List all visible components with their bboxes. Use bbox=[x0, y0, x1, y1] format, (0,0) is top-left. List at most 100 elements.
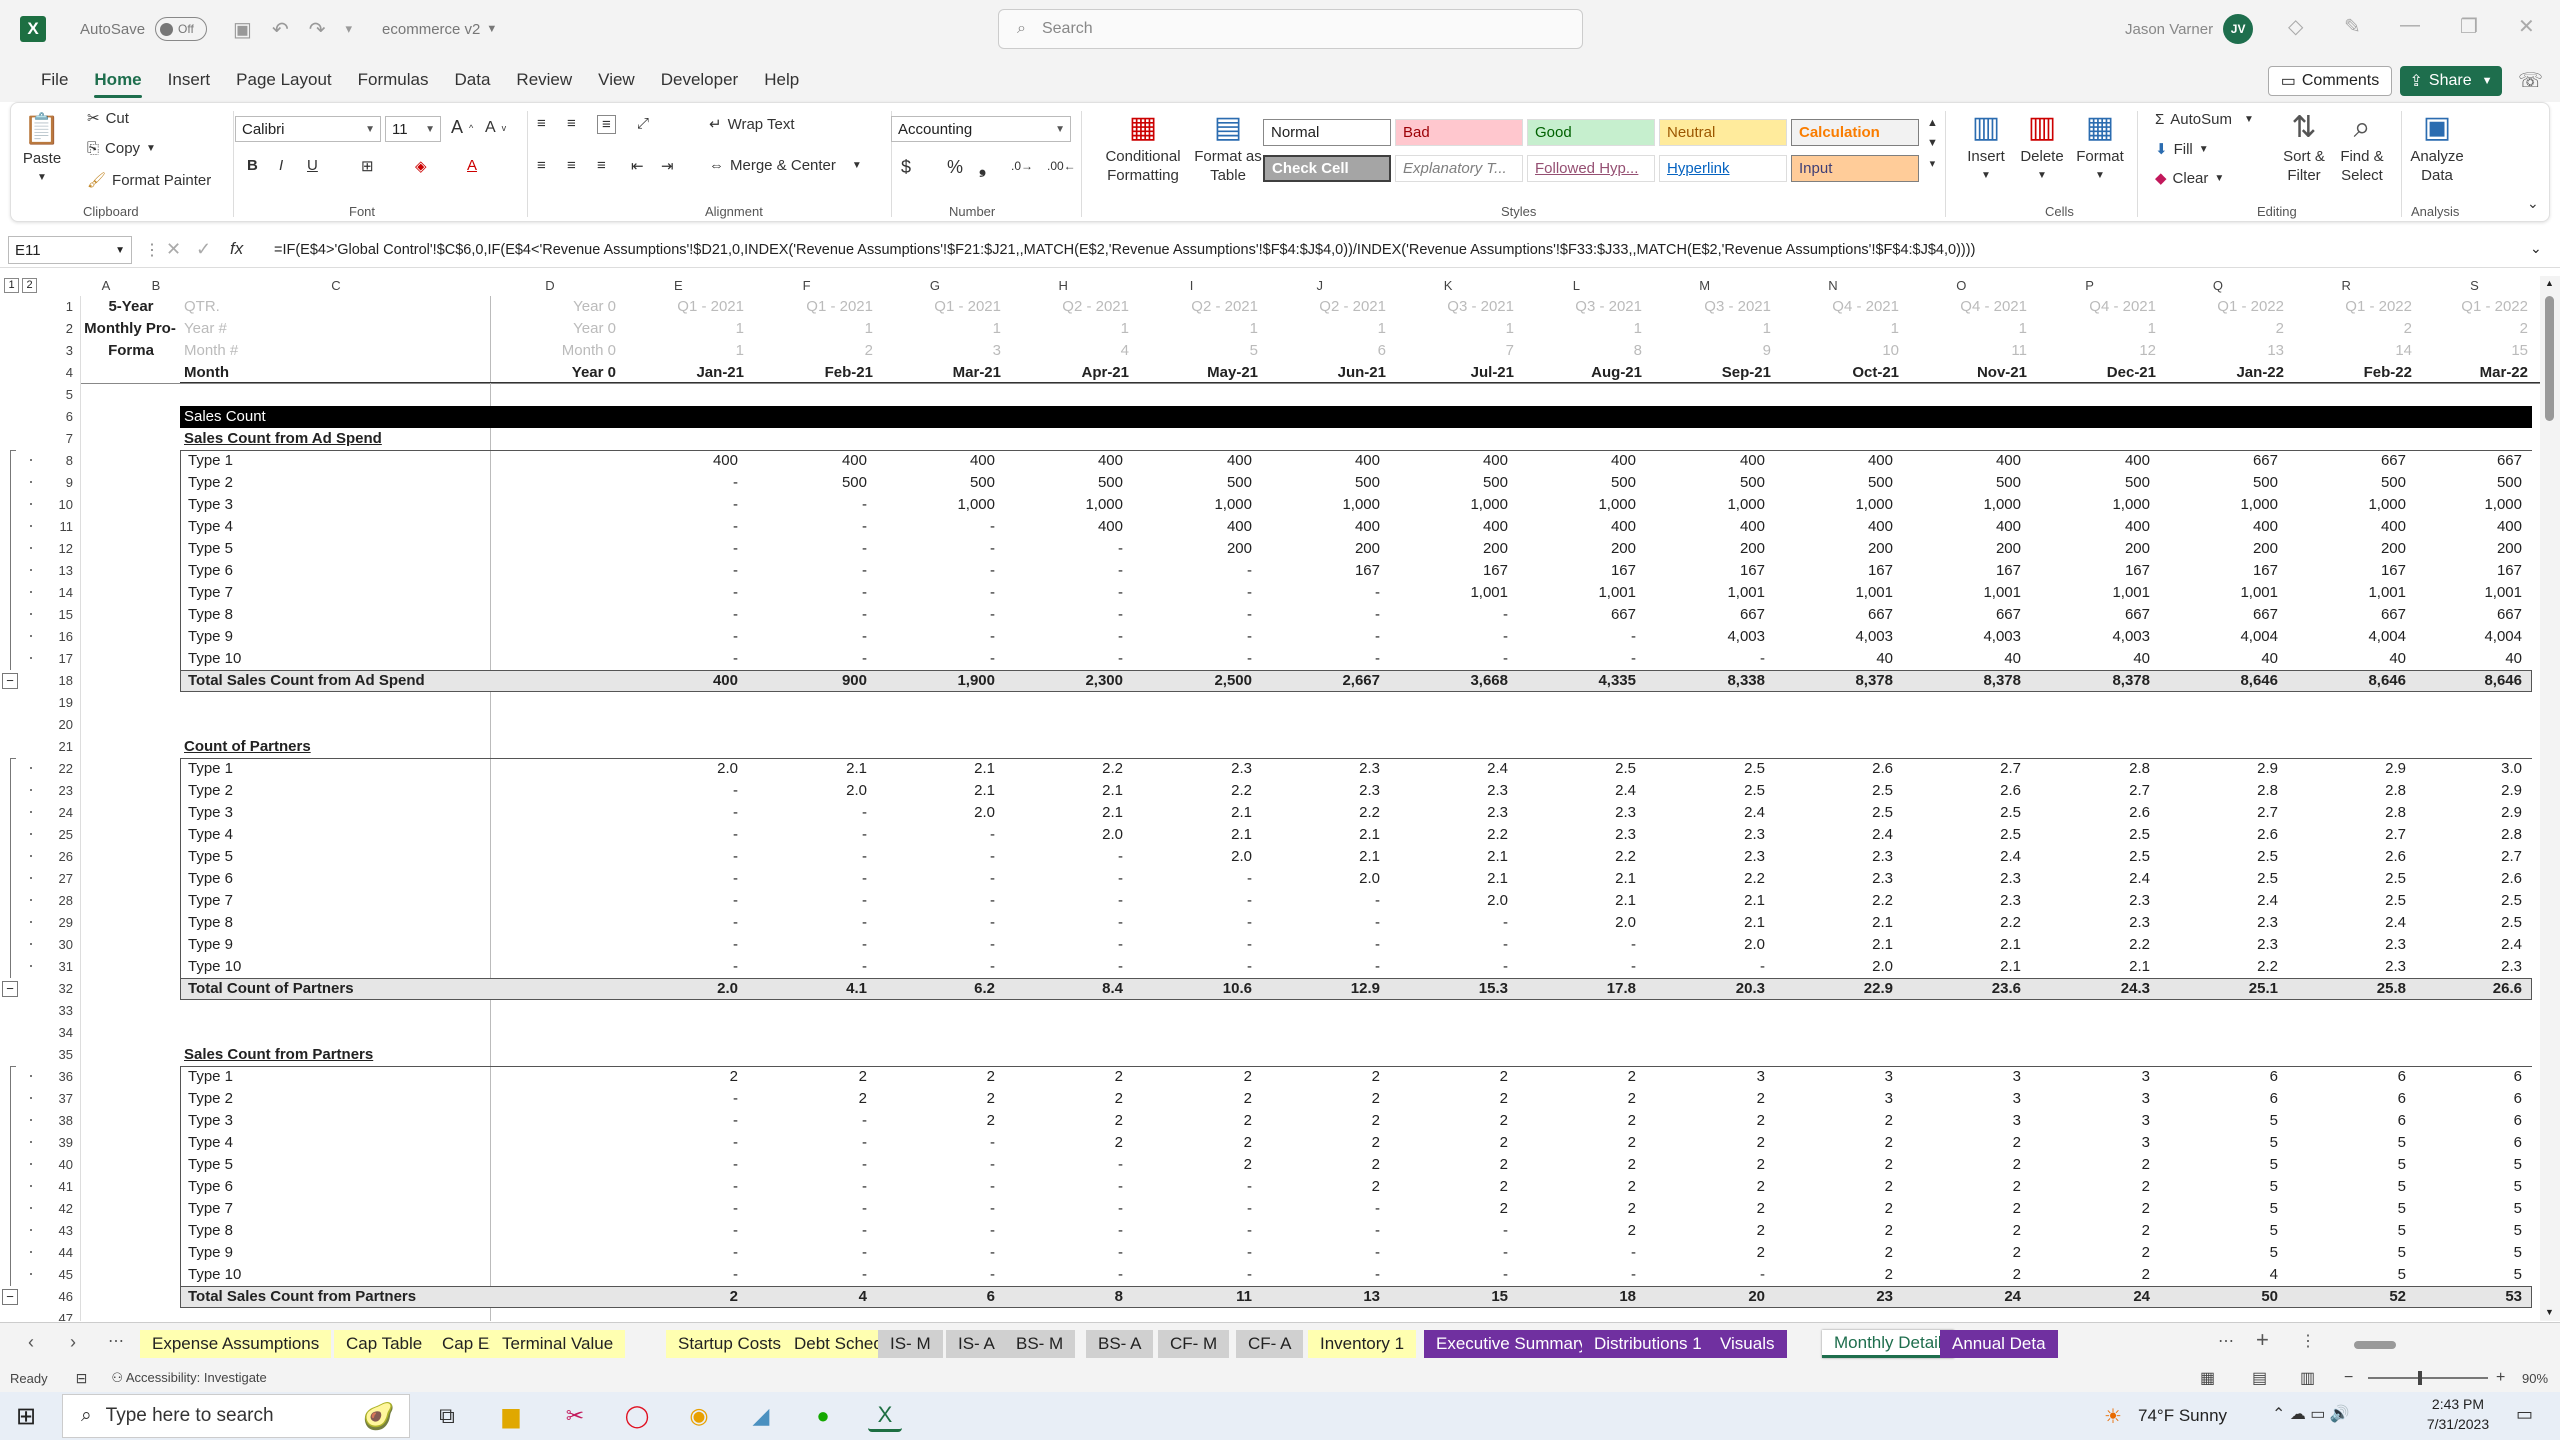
data-cell[interactable]: 1,000 bbox=[1661, 494, 1765, 516]
header-cell[interactable]: 1 bbox=[1516, 318, 1642, 340]
prev-sheet-icon[interactable]: ‹ bbox=[28, 1332, 34, 1353]
data-cell[interactable]: 5 bbox=[2302, 1242, 2406, 1264]
total-cell[interactable]: 20.3 bbox=[1661, 978, 1765, 1000]
header-cell[interactable]: 1 bbox=[1645, 318, 1771, 340]
data-cell[interactable]: - bbox=[1148, 1264, 1252, 1286]
column-header-b[interactable]: B bbox=[136, 278, 176, 293]
data-cell[interactable]: 2 bbox=[1404, 1198, 1508, 1220]
data-cell[interactable]: 2.9 bbox=[2302, 758, 2406, 780]
data-cell[interactable]: 2.5 bbox=[1789, 780, 1893, 802]
find-select-button[interactable]: ⌕ Find & Select bbox=[2333, 107, 2391, 185]
data-cell[interactable]: - bbox=[634, 494, 738, 516]
feedback-icon[interactable]: ☏ bbox=[2518, 68, 2543, 93]
data-cell[interactable]: 2.0 bbox=[1532, 912, 1636, 934]
data-cell[interactable]: - bbox=[1404, 604, 1508, 626]
share-button[interactable]: ⇪ Share ▼ bbox=[2400, 66, 2502, 96]
data-cell[interactable]: 5 bbox=[2418, 1176, 2522, 1198]
data-cell[interactable]: 2 bbox=[2046, 1220, 2150, 1242]
data-cell[interactable]: 2 bbox=[1148, 1088, 1252, 1110]
system-tray-icons[interactable]: ⌃ ☁ ▭ 🔊 bbox=[2272, 1404, 2350, 1424]
data-cell[interactable]: 4,003 bbox=[1661, 626, 1765, 648]
data-cell[interactable]: 2.1 bbox=[1019, 780, 1123, 802]
column-header-n[interactable]: N bbox=[1813, 278, 1853, 293]
more-sheets-icon[interactable]: ⋯ bbox=[108, 1331, 124, 1351]
data-cell[interactable]: - bbox=[1148, 1198, 1252, 1220]
data-cell[interactable]: 400 bbox=[1917, 450, 2021, 472]
cancel-icon[interactable]: ✕ bbox=[166, 239, 181, 260]
row-label[interactable]: Type 9 bbox=[188, 934, 388, 956]
column-header-r[interactable]: R bbox=[2326, 278, 2366, 293]
data-cell[interactable]: 2 bbox=[1789, 1176, 1893, 1198]
pro-forma-title[interactable]: Monthly Pro- bbox=[80, 318, 180, 340]
data-cell[interactable]: 5 bbox=[2418, 1154, 2522, 1176]
data-cell[interactable]: 167 bbox=[1789, 560, 1893, 582]
data-cell[interactable]: 2.6 bbox=[1789, 758, 1893, 780]
close-icon[interactable]: ✕ bbox=[2518, 14, 2535, 39]
data-cell[interactable]: - bbox=[1148, 1176, 1252, 1198]
row-header[interactable]: 31 bbox=[52, 956, 76, 978]
currency-icon[interactable]: $ bbox=[901, 157, 911, 178]
data-cell[interactable]: 2.4 bbox=[2302, 912, 2406, 934]
total-cell[interactable]: 2.0 bbox=[634, 978, 738, 1000]
data-cell[interactable]: - bbox=[1148, 560, 1252, 582]
data-cell[interactable]: 2 bbox=[1404, 1154, 1508, 1176]
format-cells-button[interactable]: ▦ Format ▼ bbox=[2073, 107, 2127, 185]
data-cell[interactable]: - bbox=[1148, 934, 1252, 956]
data-cell[interactable]: - bbox=[763, 516, 867, 538]
snipping-tool-icon[interactable]: ✂ bbox=[558, 1400, 592, 1432]
data-cell[interactable]: - bbox=[1404, 1220, 1508, 1242]
data-cell[interactable]: 200 bbox=[1532, 538, 1636, 560]
total-cell[interactable]: 11 bbox=[1148, 1286, 1252, 1308]
data-cell[interactable]: - bbox=[1532, 626, 1636, 648]
total-cell[interactable]: 25.8 bbox=[2302, 978, 2406, 1000]
data-cell[interactable]: 2.6 bbox=[2418, 868, 2522, 890]
data-cell[interactable]: 6 bbox=[2174, 1088, 2278, 1110]
data-cell[interactable]: 2.1 bbox=[1404, 846, 1508, 868]
header-cell[interactable]: 7 bbox=[1388, 340, 1514, 362]
row-header[interactable]: 3 bbox=[52, 340, 76, 362]
data-cell[interactable]: 500 bbox=[2302, 472, 2406, 494]
row-label[interactable]: Type 8 bbox=[188, 912, 388, 934]
restore-icon[interactable]: ❐ bbox=[2460, 14, 2478, 39]
data-cell[interactable]: - bbox=[634, 538, 738, 560]
data-cell[interactable]: - bbox=[634, 802, 738, 824]
data-cell[interactable]: - bbox=[1276, 582, 1380, 604]
data-cell[interactable]: - bbox=[763, 582, 867, 604]
data-cell[interactable]: - bbox=[763, 1220, 867, 1242]
sheet-tab-expense-assumptions[interactable]: Expense Assumptions bbox=[140, 1330, 332, 1358]
total-cell[interactable]: 53 bbox=[2418, 1286, 2522, 1308]
decrease-decimal-icon[interactable]: .00← bbox=[1047, 159, 1076, 173]
data-cell[interactable]: - bbox=[634, 1220, 738, 1242]
total-cell[interactable]: 3,668 bbox=[1404, 670, 1508, 692]
data-cell[interactable]: 2 bbox=[891, 1110, 995, 1132]
header-cell[interactable]: Feb-22 bbox=[2286, 362, 2412, 384]
increase-decimal-icon[interactable]: .0→ bbox=[1011, 159, 1033, 173]
data-cell[interactable]: 500 bbox=[1148, 472, 1252, 494]
data-cell[interactable]: 2 bbox=[763, 1088, 867, 1110]
data-cell[interactable]: 1,000 bbox=[1019, 494, 1123, 516]
data-cell[interactable]: 2.3 bbox=[1404, 780, 1508, 802]
data-cell[interactable]: - bbox=[634, 472, 738, 494]
data-cell[interactable]: - bbox=[763, 538, 867, 560]
task-view-icon[interactable]: ⧉ bbox=[430, 1400, 464, 1432]
data-cell[interactable]: 167 bbox=[1917, 560, 2021, 582]
data-cell[interactable]: 2.5 bbox=[1917, 802, 2021, 824]
data-cell[interactable]: 2.3 bbox=[1276, 780, 1380, 802]
data-cell[interactable]: - bbox=[1276, 912, 1380, 934]
data-cell[interactable]: 2 bbox=[1917, 1220, 2021, 1242]
chrome-icon[interactable]: ◉ bbox=[682, 1400, 716, 1432]
total-cell[interactable]: 26.6 bbox=[2418, 978, 2522, 1000]
data-cell[interactable]: - bbox=[891, 626, 995, 648]
data-cell[interactable]: 2.2 bbox=[1532, 846, 1636, 868]
data-cell[interactable]: - bbox=[763, 560, 867, 582]
total-label[interactable]: Total Count of Partners bbox=[188, 978, 488, 1000]
data-cell[interactable]: 2 bbox=[1661, 1132, 1765, 1154]
total-cell[interactable]: 900 bbox=[763, 670, 867, 692]
data-cell[interactable]: - bbox=[1019, 868, 1123, 890]
data-cell[interactable]: - bbox=[763, 1264, 867, 1286]
data-cell[interactable]: - bbox=[763, 956, 867, 978]
row-header[interactable]: 17 bbox=[52, 648, 76, 670]
data-cell[interactable]: 400 bbox=[1789, 516, 1893, 538]
row-label[interactable]: Type 4 bbox=[188, 824, 388, 846]
data-cell[interactable]: 2.7 bbox=[1917, 758, 2021, 780]
